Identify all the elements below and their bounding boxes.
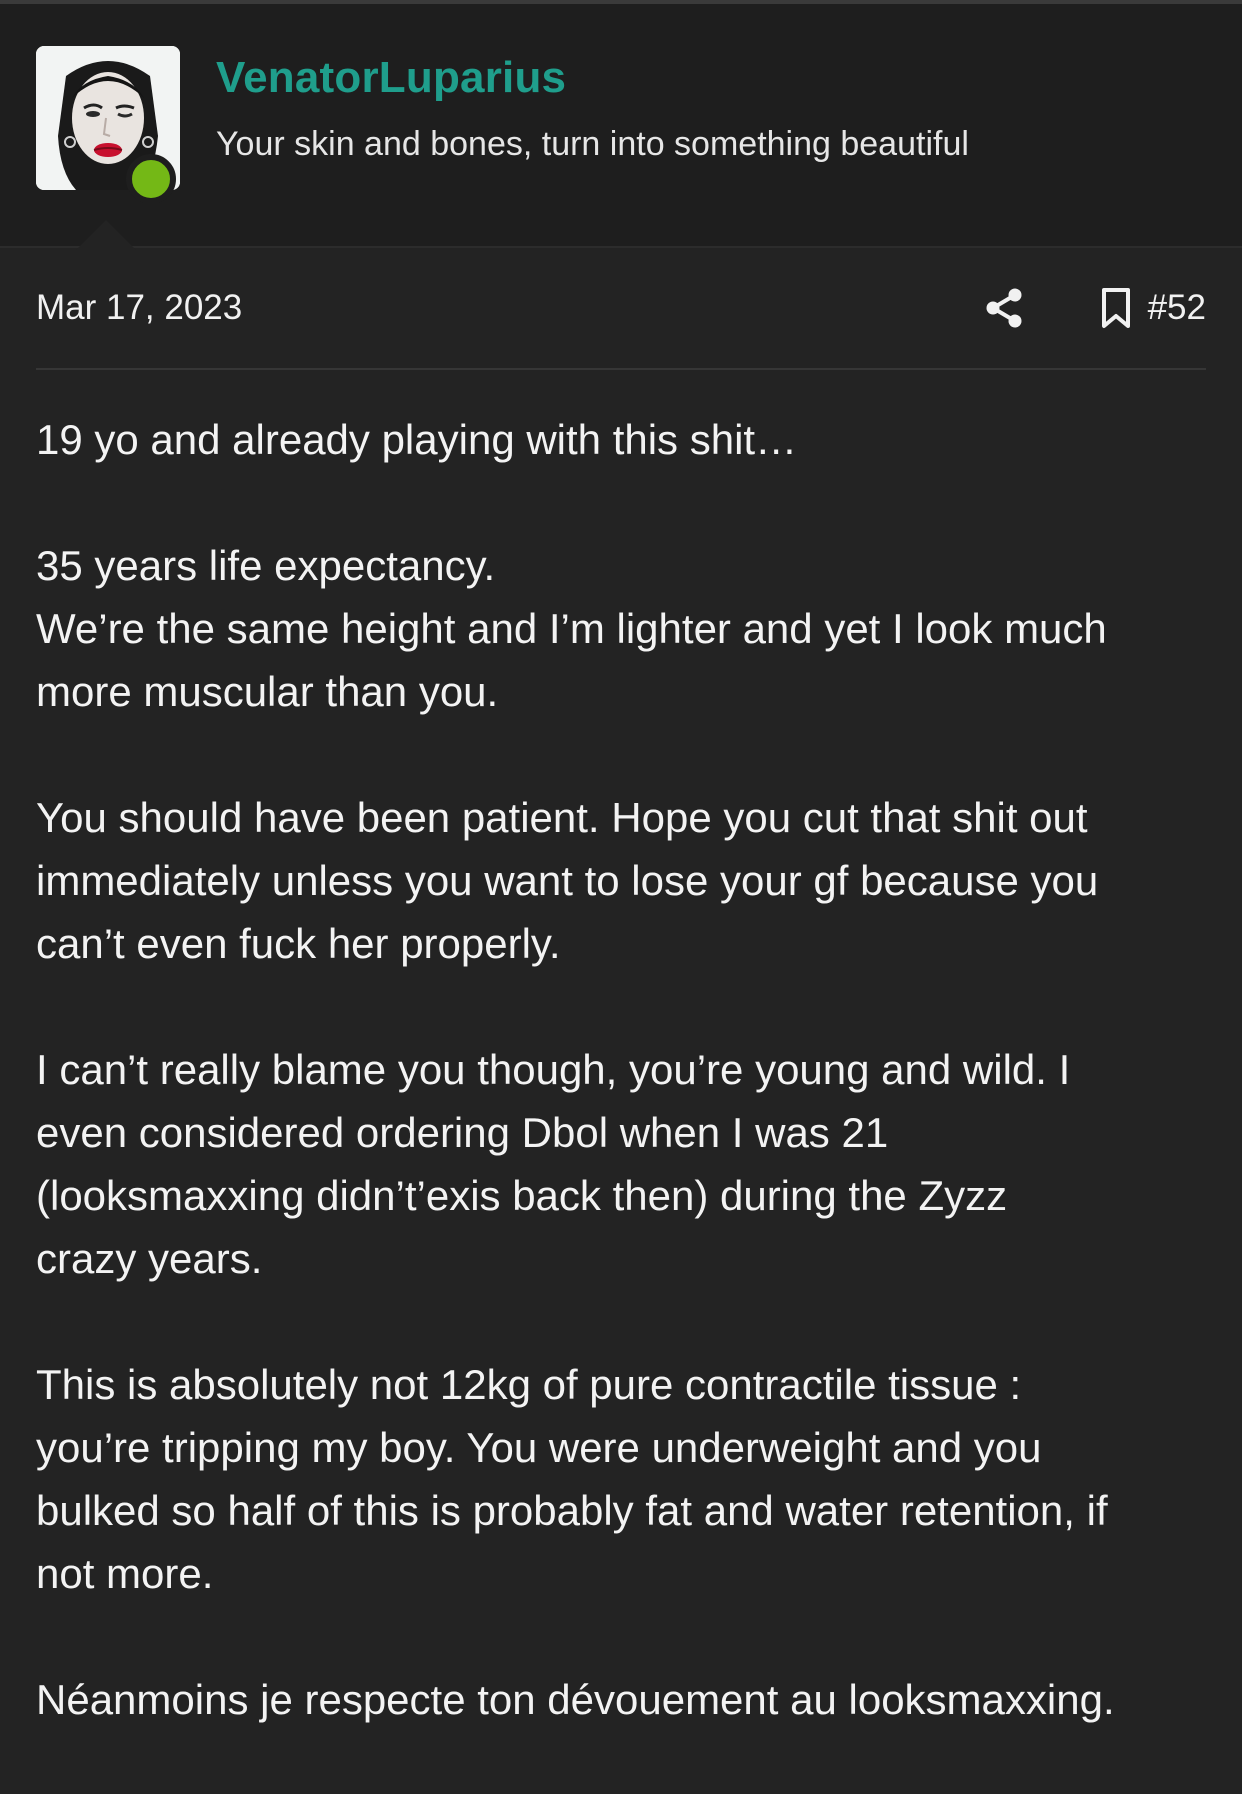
post-line: (looksmaxxing didn’t’exis back then) dur… bbox=[36, 1172, 1008, 1219]
post-line: immediately unless you want to lose your… bbox=[36, 857, 1099, 904]
post-line: Néanmoins je respecte ton dévouement au … bbox=[36, 1676, 1115, 1723]
post-line: This is absolutely not 12kg of pure cont… bbox=[36, 1361, 1022, 1408]
username-link[interactable]: VenatorLuparius bbox=[216, 50, 566, 106]
share-icon[interactable] bbox=[982, 286, 1026, 330]
post-date[interactable]: Mar 17, 2023 bbox=[36, 286, 242, 330]
post-line: You should have been patient. Hope you c… bbox=[36, 794, 1088, 841]
user-header: VenatorLuparius Your skin and bones, tur… bbox=[0, 4, 1242, 250]
post-paragraph: This is absolutely not 12kg of pure cont… bbox=[36, 1353, 1216, 1605]
post-line: crazy years. bbox=[36, 1235, 263, 1282]
bookmark-icon[interactable] bbox=[1098, 286, 1134, 330]
post-line: you’re tripping my boy. You were underwe… bbox=[36, 1424, 1042, 1471]
header-pointer bbox=[76, 220, 136, 250]
post-number-link[interactable]: #52 bbox=[1148, 286, 1206, 330]
post-body: 19 yo and already playing with this shit… bbox=[36, 408, 1216, 1794]
meta-divider bbox=[36, 368, 1206, 370]
post-paragraph: 19 yo and already playing with this shit… bbox=[36, 408, 1216, 471]
post-paragraph: You should have been patient. Hope you c… bbox=[36, 786, 1216, 975]
post-paragraph: Néanmoins je respecte ton dévouement au … bbox=[36, 1668, 1216, 1731]
post-line: I can’t really blame you though, you’re … bbox=[36, 1046, 1071, 1093]
post-line: bulked so half of this is probably fat a… bbox=[36, 1487, 1108, 1534]
post-line: not more. bbox=[36, 1550, 214, 1597]
post-line: can’t even fuck her properly. bbox=[36, 920, 561, 967]
post-line: even considered ordering Dbol when I was… bbox=[36, 1109, 889, 1156]
post-line: more muscular than you. bbox=[36, 668, 499, 715]
online-status-dot bbox=[126, 154, 176, 204]
post-line: We’re the same height and I’m lighter an… bbox=[36, 605, 1107, 652]
post-paragraph: 35 years life expectancy. We’re the same … bbox=[36, 534, 1216, 723]
post-meta-row: Mar 17, 2023 #52 bbox=[36, 280, 1206, 336]
post-line: 19 yo and already playing with this shit… bbox=[36, 416, 798, 463]
post-paragraph: I can’t really blame you though, you’re … bbox=[36, 1038, 1216, 1290]
post-line: 35 years life expectancy. bbox=[36, 542, 496, 589]
user-title: Your skin and bones, turn into something… bbox=[216, 125, 969, 163]
